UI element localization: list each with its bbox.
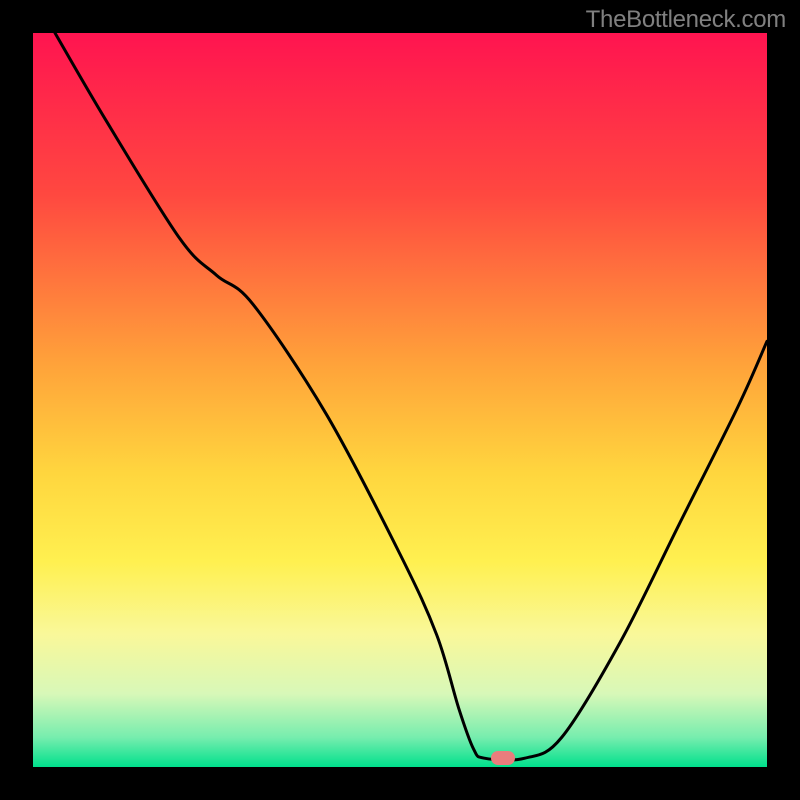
optimal-marker (491, 751, 515, 765)
bottleneck-curve (55, 33, 767, 760)
watermark-text: TheBottleneck.com (586, 6, 786, 34)
plot-area (33, 33, 767, 767)
curve-layer (33, 33, 767, 767)
